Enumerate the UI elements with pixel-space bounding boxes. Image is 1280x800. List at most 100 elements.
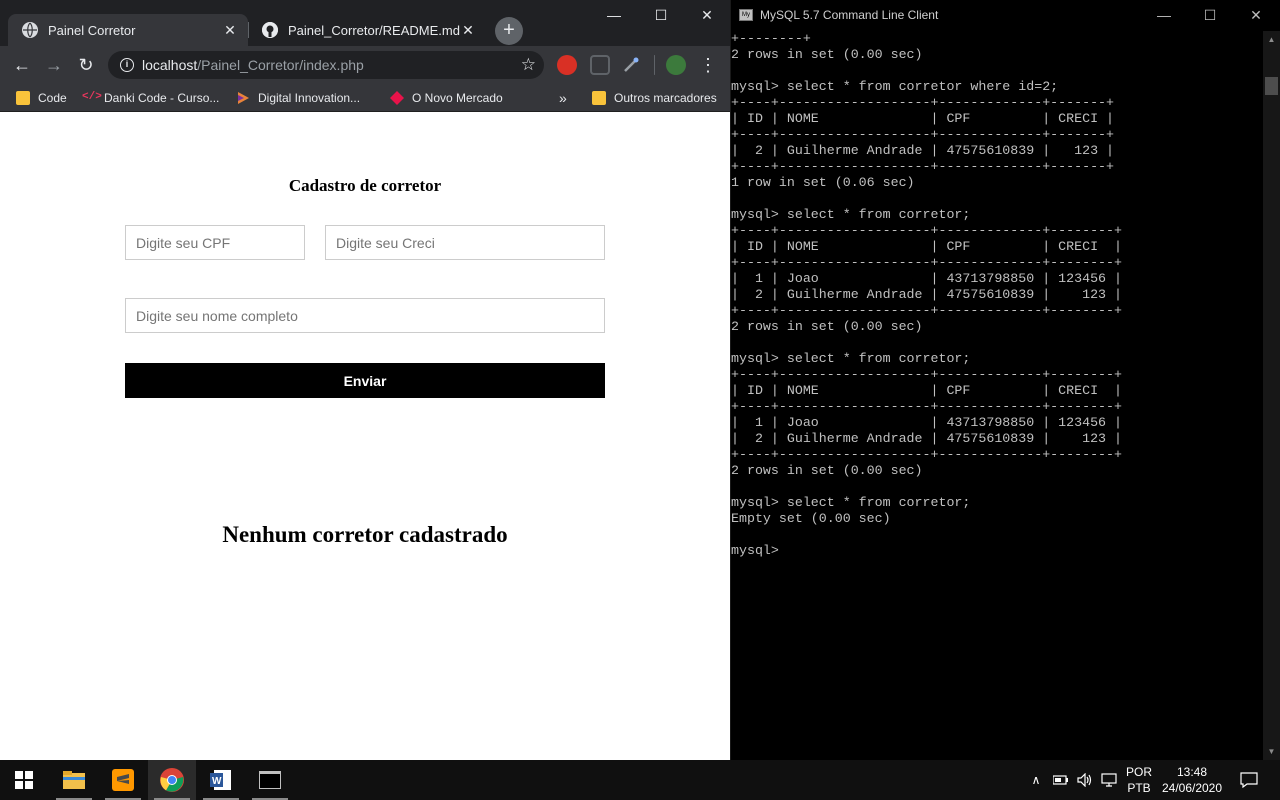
globe-icon: [22, 22, 38, 38]
chrome-window: Painel Corretor ✕ Painel_Corretor/README…: [0, 0, 730, 760]
console-scrollbar[interactable]: ▲ ▼: [1263, 31, 1280, 760]
diamond-icon: [390, 91, 404, 105]
console-icon: [259, 771, 281, 789]
cpf-input[interactable]: [125, 225, 305, 260]
address-bar[interactable]: i localhost/Painel_Corretor/index.php ☆: [108, 51, 544, 79]
console-line: | ID | NOME | CPF | CRECI |: [731, 383, 1122, 398]
console-line: 1 row in set (0.06 sec): [731, 175, 915, 190]
bookmark-code[interactable]: Code: [16, 88, 67, 108]
maximize-button[interactable]: ☐: [638, 0, 684, 30]
console-minimize-button[interactable]: —: [1141, 0, 1187, 31]
tab-readme[interactable]: Painel_Corretor/README.md at m ✕: [248, 14, 486, 46]
folder-icon: [592, 91, 606, 105]
console-line: | 2 | Guilherme Andrade | 47575610839 | …: [731, 287, 1122, 302]
scroll-up-arrow-icon[interactable]: ▲: [1263, 31, 1280, 48]
taskbar-file-explorer[interactable]: [50, 760, 98, 800]
profile-avatar[interactable]: [666, 55, 686, 75]
taskbar-google-chrome[interactable]: [148, 760, 196, 800]
console-prompt[interactable]: mysql>: [731, 543, 1263, 559]
browser-toolbar: ← → ↻ i localhost/Painel_Corretor/index.…: [0, 46, 730, 84]
bookmarks-overflow-button[interactable]: »: [559, 88, 567, 108]
svg-text:W: W: [212, 776, 222, 787]
notifications-icon[interactable]: [1234, 760, 1264, 800]
console-line: | ID | NOME | CPF | CRECI |: [731, 111, 1115, 126]
empty-list-message: Nenhum corretor cadastrado: [222, 522, 508, 547]
network-icon[interactable]: [1098, 760, 1120, 800]
windows-taskbar: W ∧ POR PTB 13:48 24/06/2020: [0, 760, 1280, 800]
full-name-input[interactable]: [125, 298, 605, 333]
input-language-indicator[interactable]: POR PTB: [1124, 764, 1154, 796]
bookmark-star-icon[interactable]: ☆: [521, 55, 536, 75]
site-info-icon[interactable]: i: [120, 58, 134, 72]
code-icon: </>: [82, 91, 102, 103]
bookmark-label: O Novo Mercado: [412, 91, 503, 105]
console-line: +----+-------------------+-------------+…: [731, 447, 1122, 462]
tab-close-icon[interactable]: ✕: [460, 22, 476, 39]
console-maximize-button[interactable]: ☐: [1187, 0, 1233, 31]
creci-input[interactable]: [325, 225, 605, 260]
bookmark-label: Digital Innovation...: [258, 91, 361, 105]
forward-arrow-icon[interactable]: →: [42, 53, 66, 77]
console-title: MySQL 5.7 Command Line Client: [760, 8, 939, 22]
tab-painel-corretor[interactable]: Painel Corretor ✕: [8, 14, 248, 46]
volume-icon[interactable]: [1074, 760, 1096, 800]
web-page: Cadastro de corretor Enviar Nenhum corre…: [0, 113, 730, 760]
clock-date: 24/06/2020: [1161, 781, 1223, 795]
power-plug-icon[interactable]: [1050, 760, 1072, 800]
clock-time: 13:48: [1176, 765, 1208, 779]
console-line: +----+-------------------+-------------+…: [731, 159, 1115, 174]
word-icon: W: [210, 770, 231, 790]
toolbar-divider: [654, 55, 655, 75]
tab-close-icon[interactable]: ✕: [222, 22, 238, 39]
console-close-button[interactable]: ✕: [1233, 0, 1279, 31]
github-icon: [262, 22, 278, 38]
console-line: +----+-------------------+-------------+…: [731, 223, 1122, 238]
console-line: mysql> select * from corretor where id=2…: [731, 79, 1059, 94]
console-output[interactable]: +--------+ 2 rows in set (0.00 sec) mysq…: [731, 31, 1263, 760]
reload-icon[interactable]: ↻: [74, 53, 98, 77]
start-button[interactable]: [0, 760, 48, 800]
console-line: +--------+: [731, 31, 811, 46]
console-line: +----+-------------------+-------------+…: [731, 127, 1115, 142]
taskbar-sublime-text[interactable]: [99, 760, 147, 800]
taskbar-mysql-console[interactable]: [246, 760, 294, 800]
close-window-button[interactable]: ✕: [684, 0, 730, 30]
system-clock[interactable]: 13:48 24/06/2020: [1160, 764, 1224, 796]
scroll-down-arrow-icon[interactable]: ▼: [1263, 743, 1280, 760]
tab-title: Painel_Corretor/README.md at m: [288, 22, 460, 38]
other-bookmarks-folder[interactable]: Outros marcadores: [592, 88, 717, 108]
menu-kebab-icon[interactable]: ⋮: [696, 53, 720, 77]
bookmark-digital-innovation[interactable]: Digital Innovation...: [236, 88, 360, 108]
bookmark-o-novo-mercado[interactable]: O Novo Mercado: [390, 88, 503, 108]
back-arrow-icon[interactable]: ←: [10, 53, 34, 77]
tab-title: Painel Corretor: [48, 22, 136, 38]
screen-capture-extension-icon[interactable]: [590, 55, 610, 75]
mysql-console-window: My MySQL 5.7 Command Line Client — ☐ ✕ +…: [730, 0, 1280, 760]
windows-icon: [15, 771, 33, 789]
tray-chevron-up-icon[interactable]: ∧: [1027, 760, 1045, 800]
taskbar-microsoft-word[interactable]: W: [197, 760, 245, 800]
console-line: 2 rows in set (0.00 sec): [731, 47, 923, 62]
console-line: +----+-------------------+-------------+…: [731, 399, 1122, 414]
console-line: | ID | NOME | CPF | CRECI |: [731, 239, 1122, 254]
new-tab-button[interactable]: +: [495, 17, 523, 45]
bookmark-label: Code: [38, 91, 67, 105]
console-line: 2 rows in set (0.00 sec): [731, 463, 923, 478]
bookmark-danki-code[interactable]: </> Danki Code - Curso...: [82, 88, 219, 108]
form-title: Cadastro de corretor: [288, 176, 442, 195]
submit-button[interactable]: Enviar: [125, 363, 605, 398]
keyboard-layout: PTB: [1127, 781, 1151, 795]
bookmark-label: Outros marcadores: [614, 91, 717, 105]
dio-icon: [236, 91, 250, 105]
console-line: | 2 | Guilherme Andrade | 47575610839 | …: [731, 143, 1115, 158]
scrollbar-thumb[interactable]: [1265, 77, 1278, 95]
console-app-icon: My: [739, 9, 753, 21]
color-picker-extension-icon[interactable]: [621, 55, 641, 75]
minimize-button[interactable]: —: [591, 0, 637, 30]
adblock-extension-icon[interactable]: [557, 55, 577, 75]
console-line: | 1 | Joao | 43713798850 | 123456 |: [731, 271, 1122, 286]
